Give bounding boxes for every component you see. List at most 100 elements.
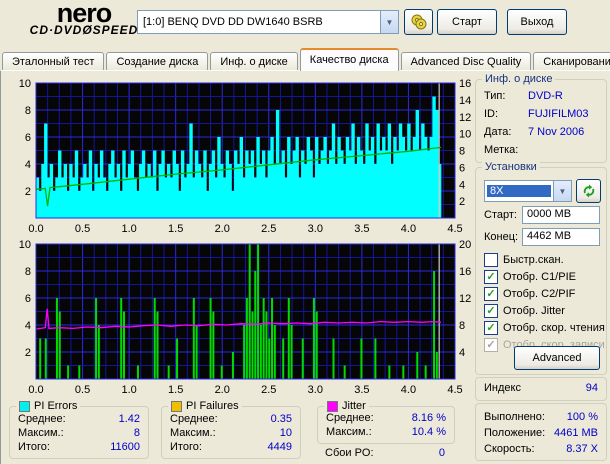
start-button[interactable]: Старт (437, 9, 497, 35)
index-box: Индекс 94 (475, 377, 607, 401)
pi-errors-swatch (19, 400, 30, 412)
max-label: Максим.: (18, 427, 64, 439)
checkbox-show-c2-pif[interactable]: ✓ Отобр. C2/PIF (484, 287, 575, 301)
po-failures-row: Сбои PO: 0 (325, 447, 445, 459)
svg-text:10: 10 (19, 239, 31, 251)
disc-id-value: FUJIFILM03 (528, 108, 589, 120)
nero-cd-dvd-speed-window: nero CD·DVDØSPEED [1:0] BENQ DVD DD DW16… (0, 0, 610, 464)
checkmark-icon[interactable]: ✓ (484, 270, 498, 284)
settings-group: Установки 8X ▼ Старт: 0000 MB Конец: 446… (475, 161, 607, 375)
refresh-button[interactable] (576, 179, 601, 203)
pi-failures-swatch (171, 400, 182, 412)
checkbox-show-c1-pie[interactable]: ✓ Отобр. C1/PIE (484, 270, 576, 284)
disc-date-label: Дата: (484, 126, 512, 138)
refresh-icon (583, 184, 594, 198)
svg-text:0.0: 0.0 (28, 223, 43, 235)
checkmark-icon[interactable]: ✓ (484, 304, 498, 318)
checkbox-label: Отобр. скор. чтения (503, 322, 605, 334)
svg-text:4: 4 (25, 320, 31, 332)
speed-select[interactable]: 8X ▼ (484, 180, 572, 202)
svg-text:20: 20 (459, 239, 471, 251)
svg-text:2: 2 (459, 196, 465, 208)
start-mb-field[interactable]: 0000 MB (522, 206, 600, 224)
done-value: 100 % (566, 411, 598, 423)
discs-icon (411, 14, 426, 30)
svg-text:16: 16 (459, 78, 471, 90)
speed-select-value: 8X (487, 185, 551, 197)
tab-scan-disc[interactable]: Сканирование диска (533, 52, 610, 71)
checkmark-icon[interactable]: ✓ (484, 287, 498, 301)
checkmark-icon[interactable]: ✓ (484, 321, 498, 335)
checkbox-label: Отобр. Jitter (503, 305, 565, 317)
svg-text:4.0: 4.0 (401, 223, 416, 235)
chevron-down-icon[interactable]: ▼ (380, 11, 398, 33)
svg-text:1.5: 1.5 (168, 223, 183, 235)
done-label: Выполнено: (484, 411, 545, 423)
position-value: 4461 MB (553, 427, 598, 439)
avg-value: 8.16 % (411, 412, 446, 424)
exit-button[interactable]: Выход (507, 9, 567, 35)
svg-text:1.0: 1.0 (121, 223, 136, 235)
svg-text:12: 12 (459, 112, 471, 124)
drive-select[interactable]: [1:0] BENQ DVD DD DW1640 BSRB ▼ (137, 10, 399, 34)
svg-text:12: 12 (459, 293, 471, 305)
svg-text:2.5: 2.5 (261, 223, 276, 235)
svg-text:16: 16 (459, 266, 471, 278)
svg-text:3.0: 3.0 (308, 384, 323, 396)
svg-text:0.0: 0.0 (28, 384, 43, 396)
svg-text:0.5: 0.5 (75, 223, 90, 235)
svg-text:4: 4 (25, 159, 31, 171)
avg-value: 1.42 (118, 413, 140, 425)
svg-text:2.0: 2.0 (215, 223, 230, 235)
tab-create-disc[interactable]: Создание диска (106, 52, 209, 71)
svg-text:8: 8 (25, 105, 31, 117)
disc-id-label: ID: (484, 108, 499, 120)
svg-text:6: 6 (25, 132, 31, 144)
svg-text:3.0: 3.0 (308, 223, 323, 235)
end-mb-field[interactable]: 4462 MB (522, 228, 600, 246)
index-value: 94 (585, 382, 598, 394)
jitter-title: Jitter (342, 400, 366, 412)
disc-quality-page: 2 4 6 8 10 2 4 6 8 10 12 14 16 0.0 0.5 1.0 1.5 2.0 2.5 3.0 3… (0, 70, 610, 464)
svg-text:2: 2 (25, 186, 31, 198)
checkbox-fast-scan[interactable]: Быстр.скан. (484, 253, 564, 267)
svg-text:4.5: 4.5 (447, 384, 462, 396)
max-label: Максим.: (170, 427, 216, 439)
tab-benchmark[interactable]: Эталонный тест (2, 52, 105, 71)
disc-date-row: Дата: 7 Nov 2006 (484, 126, 598, 138)
svg-text:3.5: 3.5 (354, 223, 369, 235)
settings-title: Установки (482, 161, 540, 173)
tab-disc-info[interactable]: Инф. о диске (210, 52, 298, 71)
checkbox-label: Отобр. C1/PIE (503, 271, 576, 283)
tab-bar: Эталонный тест Создание диска Инф. о дис… (2, 48, 610, 71)
tab-disc-quality[interactable]: Качество диска (299, 48, 399, 71)
svg-text:0.5: 0.5 (75, 384, 90, 396)
pi-failures-jitter-chart: 2 4 6 8 10 4 8 12 16 20 0.0 0.5 1.0 1.5 2.0 2.5 3.0 3.5 4.… (19, 239, 472, 396)
speed-value: 8.37 X (566, 443, 598, 455)
svg-text:6: 6 (459, 162, 465, 174)
svg-text:14: 14 (459, 95, 471, 107)
avg-label: Среднее: (170, 413, 218, 425)
svg-text:1.0: 1.0 (121, 384, 136, 396)
tab-advanced-disc-quality[interactable]: Advanced Disc Quality (400, 52, 532, 71)
svg-text:4: 4 (459, 347, 465, 359)
svg-text:4: 4 (459, 179, 465, 191)
checkbox-show-jitter[interactable]: ✓ Отобр. Jitter (484, 304, 565, 318)
checkbox-icon[interactable] (484, 253, 498, 267)
progress-box: Выполнено: 100 % Положение: 4461 MB Скор… (475, 403, 607, 461)
advanced-button[interactable]: Advanced (514, 346, 600, 370)
index-label: Индекс (484, 382, 521, 394)
disc-info-title: Инф. о диске (482, 73, 556, 85)
disc-info-group: Инф. о диске Тип: DVD-R ID: FUJIFILM03 Д… (475, 73, 607, 163)
svg-text:8: 8 (459, 146, 465, 158)
po-failures-label: Сбои PO: (325, 447, 374, 459)
checkbox-show-read-speed[interactable]: ✓ Отобр. скор. чтения (484, 321, 605, 335)
toolbar-icon-button[interactable] (404, 9, 433, 35)
svg-text:8: 8 (25, 266, 31, 278)
avg-label: Среднее: (18, 413, 66, 425)
chevron-down-icon[interactable]: ▼ (553, 181, 571, 201)
pi-errors-stats: PI Errors Среднее: 1.42 Максим.: 8 Итого: 1… (9, 400, 149, 459)
svg-text:10: 10 (19, 78, 31, 90)
svg-text:6: 6 (25, 293, 31, 305)
speed-label: Скорость: (484, 443, 535, 455)
